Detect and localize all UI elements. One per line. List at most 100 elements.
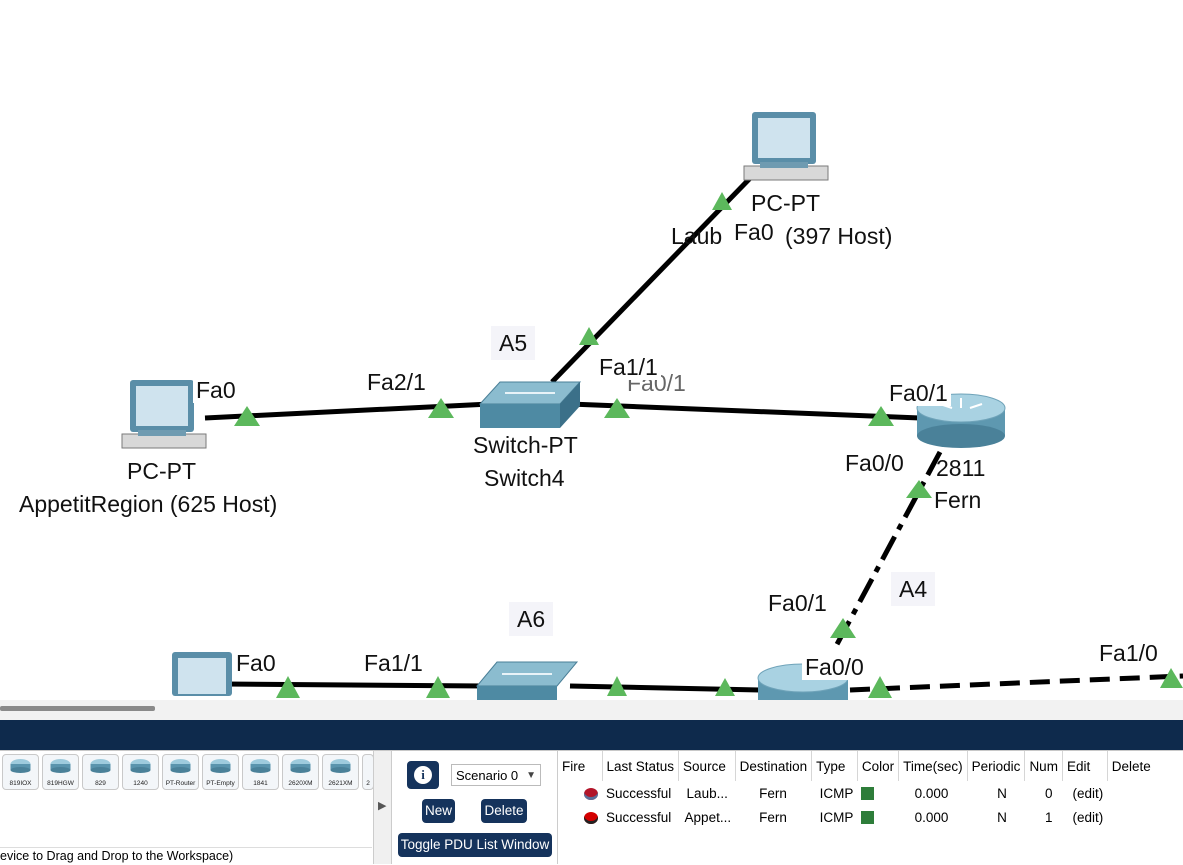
col-type[interactable]: Type bbox=[811, 751, 858, 781]
device-drag-hint: evice to Drag and Drop to the Workspace) bbox=[0, 847, 372, 865]
col-time[interactable]: Time(sec) bbox=[898, 751, 968, 781]
destination-cell: Fern bbox=[759, 809, 787, 825]
fire-envelope-icon[interactable] bbox=[584, 811, 598, 824]
link-router2-right bbox=[849, 673, 1183, 693]
col-color[interactable]: Color bbox=[857, 751, 900, 781]
link-up-triangle bbox=[906, 480, 932, 498]
fern-name-label: Fern bbox=[934, 487, 982, 513]
col-delete[interactable]: Delete bbox=[1107, 751, 1155, 781]
edit-link[interactable]: (edit) bbox=[1062, 805, 1107, 829]
device-819iox[interactable]: 819IOX bbox=[2, 754, 39, 790]
router-icon bbox=[10, 759, 31, 773]
router-icon bbox=[170, 759, 191, 773]
panel-splitter[interactable]: ▶ bbox=[373, 751, 392, 864]
router-icon bbox=[290, 759, 311, 773]
link-switch4-laub bbox=[550, 166, 762, 384]
chevron-down-icon: ▼ bbox=[526, 770, 536, 781]
device-2620xm[interactable]: 2620XM bbox=[282, 754, 319, 790]
device-829[interactable]: 829 bbox=[82, 754, 119, 790]
router-icon bbox=[90, 759, 111, 773]
laub-type-label: PC-PT bbox=[751, 190, 820, 216]
scenario-panel: i Scenario 0 ▼ New Delete Toggle PDU Lis… bbox=[393, 751, 556, 864]
col-source[interactable]: Source bbox=[678, 751, 736, 781]
periodic-cell: N bbox=[997, 809, 1007, 825]
device-819hgw[interactable]: 819HGW bbox=[42, 754, 79, 790]
appetit-name-label: AppetitRegion (625 Host) bbox=[19, 491, 278, 517]
laub-fa0-port: Fa0 bbox=[731, 219, 777, 245]
col-fire[interactable]: Fire bbox=[558, 751, 603, 781]
new-scenario-button[interactable]: New bbox=[422, 799, 455, 823]
workspace-horizontal-scrollbar[interactable] bbox=[0, 700, 1183, 720]
fire-cell[interactable] bbox=[558, 805, 602, 829]
pdu-header-row: Fire Last Status Source Destination Type… bbox=[558, 751, 1155, 781]
fern-fa0-1-port: Fa0/1 bbox=[886, 380, 951, 406]
device-1841[interactable]: 1841 bbox=[242, 754, 279, 790]
expand-arrow-icon[interactable]: ▶ bbox=[378, 799, 386, 812]
delete-scenario-button[interactable]: Delete bbox=[481, 799, 527, 823]
fire-cell[interactable] bbox=[558, 781, 602, 805]
link-up-triangle bbox=[830, 618, 856, 638]
delete-cell[interactable] bbox=[1107, 805, 1155, 829]
col-destination[interactable]: Destination bbox=[735, 751, 813, 781]
switch6-fa1-1-port: Fa1/1 bbox=[361, 650, 426, 676]
link-fern-router2-serial bbox=[832, 450, 943, 650]
link-lowerpc-switch6 bbox=[224, 681, 486, 689]
pdu-row[interactable]: Successful Appet... Fern ICMP 0.000 N 1 … bbox=[558, 805, 1155, 829]
status-cell: Successful bbox=[606, 785, 672, 801]
time-cell: 0.000 bbox=[914, 785, 949, 801]
router-icon bbox=[50, 759, 71, 773]
bottom-toolbar-band bbox=[0, 720, 1183, 750]
col-last-status[interactable]: Last Status bbox=[602, 751, 680, 781]
link-switch6-router2 bbox=[569, 683, 761, 693]
scenario-select[interactable]: Scenario 0 ▼ bbox=[451, 764, 541, 786]
device-pt-empty[interactable]: PT-Empty bbox=[202, 754, 239, 790]
col-num[interactable]: Num bbox=[1024, 751, 1063, 781]
status-cell: Successful bbox=[606, 809, 672, 825]
pdu-list-table: Fire Last Status Source Destination Type… bbox=[558, 751, 1155, 829]
color-swatch bbox=[861, 787, 875, 801]
switch4-name-label: Switch4 bbox=[484, 465, 565, 491]
topology-canvas bbox=[121, 112, 1183, 700]
scrollbar-thumb[interactable] bbox=[0, 706, 155, 711]
source-cell: Appet... bbox=[684, 809, 732, 825]
pc-laub-icon bbox=[743, 112, 829, 181]
logical-workspace[interactable]: PC-PT Laub (397 Host) Fa0 A5 Fa0/1 Fa1/1… bbox=[0, 0, 1183, 700]
pdu-list-table-panel: Fire Last Status Source Destination Type… bbox=[557, 751, 1183, 864]
area-label-a5: A5 bbox=[491, 326, 536, 360]
switch4-type-label: Switch-PT bbox=[473, 432, 578, 458]
router-icon bbox=[250, 759, 271, 773]
switch4-fa2-1-port: Fa2/1 bbox=[364, 369, 429, 395]
pdu-row[interactable]: Successful Laub... Fern ICMP 0.000 N 0 (… bbox=[558, 781, 1155, 805]
type-cell: ICMP bbox=[819, 809, 854, 825]
lower-pc-fa0-port: Fa0 bbox=[233, 650, 279, 676]
scenario-info-button[interactable]: i bbox=[407, 761, 439, 789]
destination-cell: Fern bbox=[759, 785, 787, 801]
switch6-icon bbox=[475, 661, 579, 700]
fire-envelope-icon[interactable] bbox=[584, 787, 598, 800]
color-cell bbox=[857, 781, 898, 805]
num-cell: 1 bbox=[1044, 809, 1053, 825]
device-1240[interactable]: 1240 bbox=[122, 754, 159, 790]
col-edit[interactable]: Edit bbox=[1062, 751, 1108, 781]
laub-host-label: (397 Host) bbox=[785, 223, 893, 249]
info-icon: i bbox=[414, 766, 432, 784]
switch4-fa1-1-port: Fa1/1 bbox=[596, 354, 661, 380]
scenario-select-value: Scenario 0 bbox=[456, 768, 519, 783]
color-swatch bbox=[861, 811, 875, 825]
col-periodic[interactable]: Periodic bbox=[967, 751, 1026, 781]
router-icon bbox=[130, 759, 151, 773]
type-cell: ICMP bbox=[819, 785, 854, 801]
device-2621xm[interactable]: 2621XM bbox=[322, 754, 359, 790]
switch4-icon bbox=[478, 381, 582, 428]
source-cell: Laub... bbox=[686, 785, 728, 801]
link-status-indicators bbox=[234, 192, 1183, 698]
router-icon bbox=[210, 759, 231, 773]
device-pt-router[interactable]: PT-Router bbox=[162, 754, 199, 790]
device-list: 819IOX 819HGW 829 1240 PT-Router PT-Empt… bbox=[2, 754, 374, 790]
edit-link[interactable]: (edit) bbox=[1062, 781, 1107, 805]
router-icon bbox=[330, 759, 351, 773]
toggle-pdu-list-button[interactable]: Toggle PDU List Window bbox=[398, 833, 552, 857]
periodic-cell: N bbox=[997, 785, 1007, 801]
delete-cell[interactable] bbox=[1107, 781, 1155, 805]
area-label-a4: A4 bbox=[891, 572, 936, 606]
